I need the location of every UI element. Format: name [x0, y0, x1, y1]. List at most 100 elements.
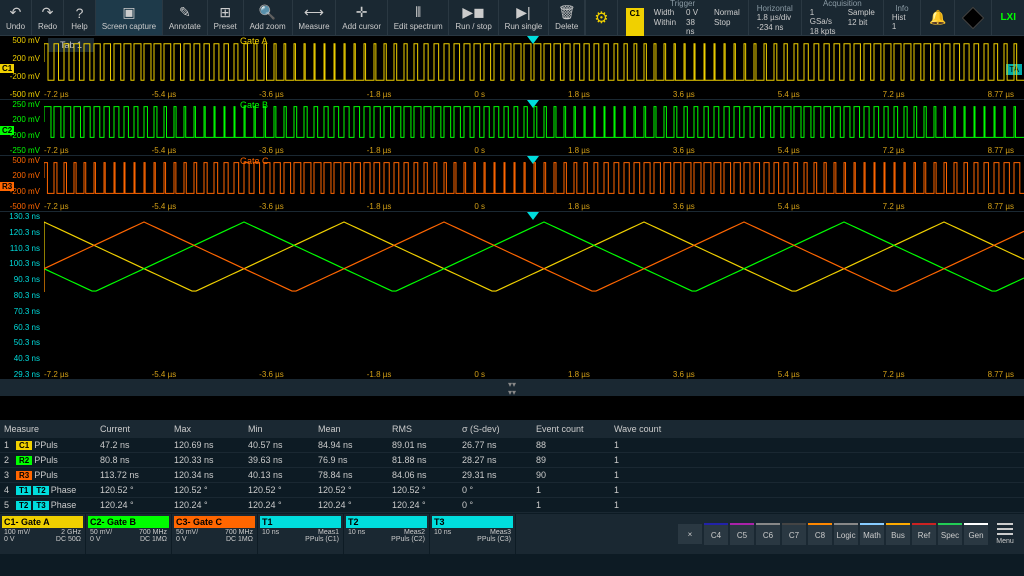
- info-block[interactable]: Info Hist 1: [883, 0, 920, 35]
- channel-select-c8[interactable]: C8: [808, 525, 832, 545]
- channel-badge-r3[interactable]: R3: [0, 182, 14, 191]
- zoom-icon: 🔍: [259, 5, 276, 21]
- redo-button[interactable]: ↷Redo: [32, 0, 64, 35]
- delete-button[interactable]: 🗑Delete: [549, 0, 585, 35]
- measure-button[interactable]: ⟷Measure: [293, 0, 337, 35]
- chevron-down-icon: ▾▾: [508, 388, 516, 397]
- channel-panel[interactable]: T110 nsMeas1PPuls (C1): [258, 514, 344, 554]
- channel-badge-c1[interactable]: C1: [0, 64, 14, 73]
- ruler-icon: ⟷: [304, 5, 324, 21]
- channel-panel[interactable]: C1- Gate A100 mV/0 V2 GHzDC 50Ω: [0, 514, 86, 554]
- annotate-button[interactable]: ✎Annotate: [163, 0, 208, 35]
- channel-chip: T2: [33, 486, 48, 495]
- horizontal-block[interactable]: Horizontal 1.8 µs/div-234 ns: [748, 0, 801, 35]
- table-row[interactable]: 3R3PPuls113.72 ns120.34 ns40.13 ns78.84 …: [0, 468, 1024, 483]
- trash-icon: 🗑: [558, 5, 576, 21]
- waveform-track: [44, 212, 1024, 379]
- bell-icon: 🔔: [929, 9, 946, 26]
- y-axis-p4: 130.3 ns120.3 ns110.3 ns100.3 ns90.3 ns8…: [0, 212, 44, 379]
- channel-chip: T2: [16, 501, 31, 510]
- table-row[interactable]: 4T1T2Phase120.52 °120.52 °120.52 °120.52…: [0, 483, 1024, 498]
- info-header: Info: [892, 4, 912, 13]
- channel-panel-header: T2: [346, 516, 427, 528]
- undo-button[interactable]: ↶Undo: [0, 0, 32, 35]
- channel-select-c4[interactable]: C4: [704, 525, 728, 545]
- waveform-panel-c1[interactable]: Tab 1 500 mV200 mV-200 mV-500 mV C1 TA G…: [0, 36, 1024, 100]
- screen-capture-button[interactable]: ▣Screen capture: [96, 0, 163, 35]
- add-zoom-button[interactable]: 🔍Add zoom: [244, 0, 293, 35]
- edit-spectrum-label: Edit spectrum: [394, 22, 443, 31]
- help-icon: ?: [76, 5, 84, 21]
- measurement-table: Measure Current Max Min Mean RMS σ (S-de…: [0, 420, 1024, 514]
- trigger-block[interactable]: Trigger C1 WidthWithin 0 V38 ns NormalSt…: [617, 0, 748, 35]
- acquisition-block[interactable]: Acquisition 1 GSa/s18 kpts Sample12 bit: [801, 0, 883, 35]
- help-button[interactable]: ?Help: [64, 0, 96, 35]
- gear-icon: ⚙: [594, 8, 608, 28]
- waveform-panel-r3[interactable]: 500 mV200 mV-200 mV-500 mV R3 Gate C -7.…: [0, 156, 1024, 212]
- channel-select-math[interactable]: Math: [860, 525, 884, 545]
- table-row[interactable]: 1C1PPuls47.2 ns120.69 ns40.57 ns84.94 ns…: [0, 438, 1024, 453]
- channel-panel-header: T3: [432, 516, 513, 528]
- settings-gear[interactable]: ⚙: [585, 0, 616, 35]
- undo-label: Undo: [6, 22, 25, 31]
- channel-select-bus[interactable]: Bus: [886, 525, 910, 545]
- channel-chip: T1: [16, 486, 31, 495]
- preset-button[interactable]: ⊞Preset: [208, 0, 244, 35]
- waveform-panel-c2[interactable]: 250 mV200 mV-200 mV-250 mV C2 Gate B -7.…: [0, 100, 1024, 156]
- acquisition-header: Acquisition: [810, 0, 875, 8]
- close-button[interactable]: ×: [678, 524, 702, 544]
- channel-select-ref[interactable]: Ref: [912, 525, 936, 545]
- channel-select-gen[interactable]: Gen: [964, 525, 988, 545]
- trigger-channel-badge: C1: [626, 8, 644, 36]
- channel-select-spec[interactable]: Spec: [938, 525, 962, 545]
- play-single-icon: ▶|: [516, 5, 530, 21]
- bell-button[interactable]: 🔔: [920, 0, 954, 35]
- menu-button[interactable]: Menu: [990, 519, 1020, 549]
- table-row[interactable]: 5T2T3Phase120.24 °120.24 °120.24 °120.24…: [0, 498, 1024, 513]
- add-cursor-button[interactable]: ✛Add cursor: [336, 0, 387, 35]
- screen-capture-label: Screen capture: [102, 22, 156, 31]
- rs-logo-icon: [962, 6, 985, 29]
- annotate-label: Annotate: [169, 22, 201, 31]
- channel-chip: C1: [16, 441, 32, 450]
- run-single-label: Run single: [505, 22, 543, 31]
- channel-badge-c2[interactable]: C2: [0, 126, 14, 135]
- channel-panel[interactable]: T310 nsMeas3PPuls (C3): [430, 514, 516, 554]
- bottom-bar: C1- Gate A100 mV/0 V2 GHzDC 50ΩC2- Gate …: [0, 514, 1024, 554]
- camera-icon: ▣: [122, 5, 135, 21]
- brand-logo: [954, 0, 991, 35]
- channel-chip: T3: [33, 501, 48, 510]
- table-row[interactable]: 2R2PPuls80.8 ns120.33 ns39.63 ns76.9 ns8…: [0, 453, 1024, 468]
- channel-panel[interactable]: C2- Gate B50 mV/0 V700 MHzDC 1MΩ: [86, 514, 172, 554]
- add-cursor-label: Add cursor: [342, 22, 381, 31]
- channel-panel-header: C2- Gate B: [88, 516, 169, 528]
- x-axis-p1: -7.2 µs-5.4 µs-3.6 µs-1.8 µs0 s1.8 µs3.6…: [44, 90, 1014, 99]
- waveform-panel-track[interactable]: 130.3 ns120.3 ns110.3 ns100.3 ns90.3 ns8…: [0, 212, 1024, 380]
- channel-select-c7[interactable]: C7: [782, 525, 806, 545]
- trigger-header: Trigger: [626, 0, 740, 8]
- run-stop-button[interactable]: ▶◼Run / stop: [449, 0, 498, 35]
- cursor-icon: ✛: [356, 5, 368, 21]
- x-axis-p2: -7.2 µs-5.4 µs-3.6 µs-1.8 µs0 s1.8 µs3.6…: [44, 146, 1014, 155]
- run-stop-label: Run / stop: [455, 22, 491, 31]
- pencil-icon: ✎: [179, 5, 191, 21]
- edit-spectrum-button[interactable]: ⫴Edit spectrum: [388, 0, 450, 35]
- horizontal-header: Horizontal: [757, 4, 793, 13]
- add-zoom-label: Add zoom: [250, 22, 286, 31]
- measure-label: Measure: [298, 22, 329, 31]
- channel-select-logic[interactable]: Logic: [834, 525, 858, 545]
- channel-chip: R3: [16, 471, 32, 480]
- channel-select-c5[interactable]: C5: [730, 525, 754, 545]
- help-label: Help: [71, 22, 87, 31]
- channel-select-c6[interactable]: C6: [756, 525, 780, 545]
- channel-panel[interactable]: C3- Gate C50 mV/0 V700 MHzDC 1MΩ: [172, 514, 258, 554]
- run-single-button[interactable]: ▶|Run single: [499, 0, 550, 35]
- redo-icon: ↷: [42, 5, 54, 21]
- preset-icon: ⊞: [219, 5, 231, 21]
- lxi-logo: LXI: [991, 0, 1024, 35]
- channel-panel[interactable]: T210 nsMeas2PPuls (C2): [344, 514, 430, 554]
- spectrum-icon: ⫴: [415, 5, 421, 21]
- x-axis-p3: -7.2 µs-5.4 µs-3.6 µs-1.8 µs0 s1.8 µs3.6…: [44, 202, 1014, 211]
- scroll-indicator-2[interactable]: ▾▾: [0, 388, 1024, 396]
- waveform-area[interactable]: Tab 1 500 mV200 mV-200 mV-500 mV C1 TA G…: [0, 36, 1024, 420]
